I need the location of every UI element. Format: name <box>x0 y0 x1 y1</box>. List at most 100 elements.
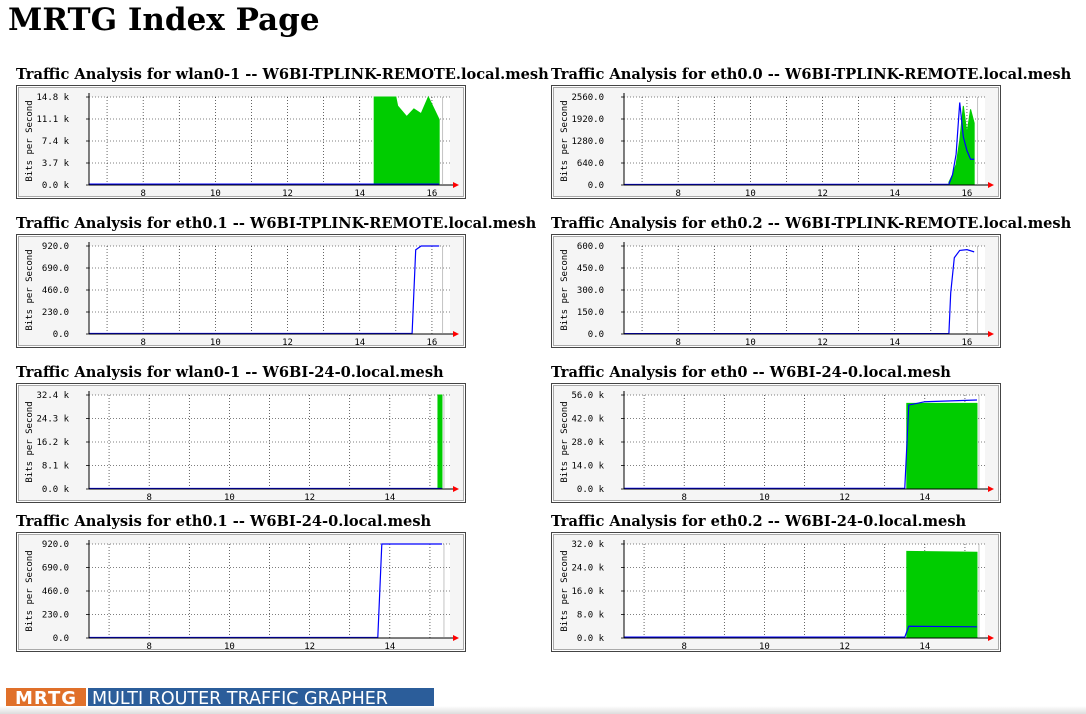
graph-link-1[interactable]: 0.0640.01280.01920.02560.081012141618202… <box>551 85 1021 199</box>
traffic-graph: 0.0640.01280.01920.02560.081012141618202… <box>551 85 1001 199</box>
graph-title: Traffic Analysis for wlan0-1 -- W6BI-24-… <box>16 364 444 381</box>
x-tick-label: 12 <box>282 338 293 348</box>
x-tick-label: 14 <box>384 642 395 652</box>
graph-title: Traffic Analysis for eth0 -- W6BI-24-0.l… <box>551 364 951 381</box>
graph-title: Traffic Analysis for eth0.2 -- W6BI-24-0… <box>551 513 967 530</box>
graph-link-6[interactable]: 0.0230.0460.0690.0920.081012141618202202… <box>16 532 486 652</box>
y-tick-label: 690.0 <box>42 564 69 574</box>
x-tick-label: 12 <box>839 642 850 652</box>
x-tick-label: 10 <box>745 338 756 348</box>
footer-fade <box>0 706 1086 714</box>
x-tick-label: 14 <box>889 338 900 348</box>
in-traffic-area <box>906 402 978 490</box>
y-tick-label: 56.0 k <box>571 391 604 401</box>
x-tick-label: 14 <box>889 189 900 199</box>
x-tick-label: 16 <box>465 642 466 652</box>
x-tick-label: 12 <box>282 189 293 199</box>
x-tick-label: 16 <box>962 189 973 199</box>
graph-panel-4: Traffic Analysis for wlan0-1 -- W6BI-24-… <box>16 364 486 503</box>
traffic-graph: 0.0 k8.1 k16.2 k24.3 k32.4 k810121416182… <box>16 383 466 503</box>
y-tick-label: 24.3 k <box>36 415 69 425</box>
x-tick-label: 12 <box>817 338 828 348</box>
traffic-graph: 0.0230.0460.0690.0920.081012141618202202… <box>16 532 466 652</box>
graph-link-3[interactable]: 0.0150.0300.0450.0600.081012141618202202… <box>551 234 1021 348</box>
y-tick-label: 230.0 <box>42 611 69 621</box>
x-tick-label: 14 <box>919 642 930 652</box>
x-tick-label: 16 <box>1000 642 1001 652</box>
y-tick-label: 14.0 k <box>571 462 604 472</box>
x-tick-label: 14 <box>354 338 365 348</box>
y-axis-label: Bits per Second <box>560 100 570 181</box>
y-tick-label: 11.1 k <box>36 115 69 125</box>
y-tick-label: 1920.0 <box>571 115 604 125</box>
traffic-graph: 0.0 k8.0 k16.0 k24.0 k32.0 k810121416182… <box>551 532 1001 652</box>
x-tick-label: 14 <box>919 493 930 503</box>
x-tick-label: 8 <box>675 338 680 348</box>
graph-link-0[interactable]: 0.0 k3.7 k7.4 k11.1 k14.8 k8101214161820… <box>16 85 486 199</box>
graph-link-5[interactable]: 0.0 k14.0 k28.0 k42.0 k56.0 k81012141618… <box>551 383 1021 503</box>
y-tick-label: 28.0 k <box>571 438 604 448</box>
x-tick-label: 16 <box>465 493 466 503</box>
y-tick-label: 16.2 k <box>36 438 69 448</box>
graph-title: Traffic Analysis for eth0.0 -- W6BI-TPLI… <box>551 66 1072 83</box>
y-axis-label: Bits per Second <box>25 249 35 330</box>
graph-panel-6: Traffic Analysis for eth0.1 -- W6BI-24-0… <box>16 513 486 652</box>
y-tick-label: 600.0 <box>577 242 604 252</box>
graph-title: Traffic Analysis for wlan0-1 -- W6BI-TPL… <box>16 66 549 83</box>
y-tick-label: 42.0 k <box>571 415 604 425</box>
y-axis-label: Bits per Second <box>25 550 35 631</box>
y-tick-label: 300.0 <box>577 286 604 296</box>
y-tick-label: 0.0 <box>53 634 69 644</box>
y-tick-label: 14.8 k <box>36 93 69 103</box>
y-tick-label: 0.0 <box>53 330 69 340</box>
page-title: MRTG Index Page <box>8 2 320 38</box>
y-tick-label: 150.0 <box>577 308 604 318</box>
graph-panel-7: Traffic Analysis for eth0.2 -- W6BI-24-0… <box>551 513 1021 652</box>
y-tick-label: 0.0 <box>588 330 604 340</box>
y-tick-label: 8.1 k <box>42 462 70 472</box>
graph-link-2[interactable]: 0.0230.0460.0690.0920.081012141618202202… <box>16 234 486 348</box>
x-tick-label: 8 <box>140 189 145 199</box>
y-axis-label: Bits per Second <box>560 249 570 330</box>
y-tick-label: 32.0 k <box>571 540 604 550</box>
graph-link-4[interactable]: 0.0 k8.1 k16.2 k24.3 k32.4 k810121416182… <box>16 383 486 503</box>
y-tick-label: 460.0 <box>42 286 69 296</box>
y-tick-label: 2560.0 <box>571 93 604 103</box>
x-tick-label: 10 <box>224 493 235 503</box>
y-axis-label: Bits per Second <box>560 401 570 482</box>
graph-title: Traffic Analysis for eth0.1 -- W6BI-24-0… <box>16 513 432 530</box>
y-tick-label: 0.0 k <box>42 485 70 495</box>
y-tick-label: 0.0 k <box>42 181 70 191</box>
x-tick-label: 8 <box>681 642 686 652</box>
y-tick-label: 32.4 k <box>36 391 69 401</box>
y-tick-label: 7.4 k <box>42 137 70 147</box>
graph-panel-0: Traffic Analysis for wlan0-1 -- W6BI-TPL… <box>16 66 549 199</box>
y-tick-label: 24.0 k <box>571 564 604 574</box>
x-tick-label: 8 <box>146 493 151 503</box>
y-tick-label: 0.0 k <box>577 485 605 495</box>
graph-panel-3: Traffic Analysis for eth0.2 -- W6BI-TPLI… <box>551 215 1071 348</box>
y-tick-label: 690.0 <box>42 264 69 274</box>
x-tick-label: 10 <box>210 338 221 348</box>
x-tick-label: 16 <box>1000 493 1001 503</box>
traffic-graph: 0.0 k3.7 k7.4 k11.1 k14.8 k8101214161820… <box>16 85 466 199</box>
graph-panel-1: Traffic Analysis for eth0.0 -- W6BI-TPLI… <box>551 66 1072 199</box>
y-tick-label: 920.0 <box>42 540 69 550</box>
y-tick-label: 230.0 <box>42 308 69 318</box>
traffic-graph: 0.0230.0460.0690.0920.081012141618202202… <box>16 234 466 348</box>
traffic-graph: 0.0 k14.0 k28.0 k42.0 k56.0 k81012141618… <box>551 383 1001 503</box>
graph-link-7[interactable]: 0.0 k8.0 k16.0 k24.0 k32.0 k810121416182… <box>551 532 1021 652</box>
y-axis-label: Bits per Second <box>25 100 35 181</box>
x-tick-label: 10 <box>759 642 770 652</box>
graph-panel-5: Traffic Analysis for eth0 -- W6BI-24-0.l… <box>551 364 1021 503</box>
y-tick-label: 1280.0 <box>571 137 604 147</box>
y-tick-label: 0.0 <box>588 181 604 191</box>
x-tick-label: 12 <box>839 493 850 503</box>
in-traffic-area <box>437 394 443 490</box>
y-tick-label: 450.0 <box>577 264 604 274</box>
y-tick-label: 16.0 k <box>571 587 604 597</box>
x-tick-label: 14 <box>354 189 365 199</box>
x-tick-label: 10 <box>745 189 756 199</box>
x-tick-label: 8 <box>675 189 680 199</box>
x-tick-label: 10 <box>224 642 235 652</box>
